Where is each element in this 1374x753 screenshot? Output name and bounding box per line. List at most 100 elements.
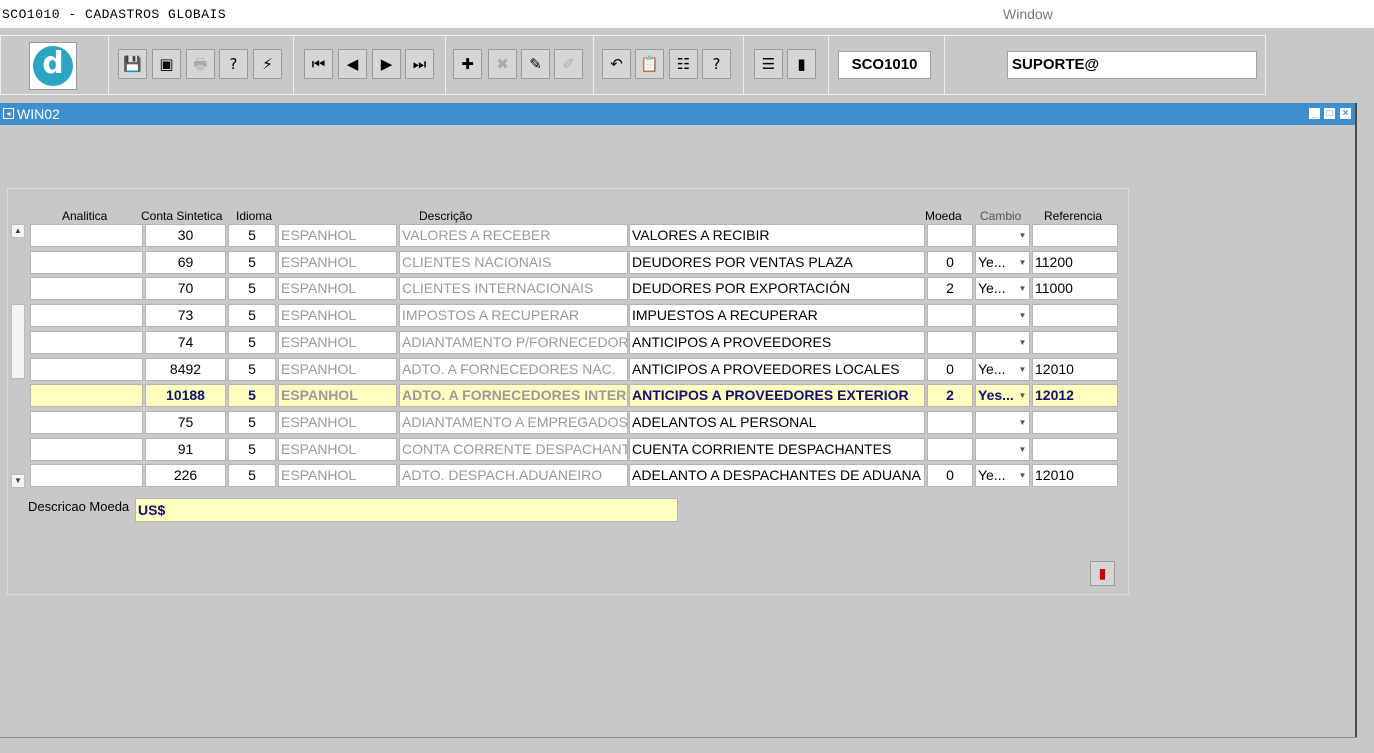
last-record-button[interactable]: ⏭ [405, 49, 434, 79]
undo-button[interactable]: ↶ [602, 49, 631, 79]
exit-button[interactable]: ▮ [1090, 561, 1115, 586]
cell-conta[interactable]: 10188 [145, 384, 226, 408]
window-menu-icon[interactable]: ◂ [3, 108, 14, 119]
cell-ref[interactable]: 11000 [1032, 277, 1118, 301]
cell-desc-es[interactable]: CUENTA CORRIENTE DESPACHANTES [629, 437, 925, 461]
minimize-icon[interactable]: _ [1309, 108, 1320, 119]
cell-cambio[interactable]: Ye... ▼ [975, 464, 1030, 488]
print-button[interactable]: 🖶 [186, 49, 215, 79]
menu-button[interactable]: ☰ [754, 49, 783, 79]
maximize-icon[interactable]: □ [1324, 108, 1335, 119]
dropdown-arrow-icon[interactable]: ▼ [1017, 279, 1028, 298]
dropdown-arrow-icon[interactable]: ▼ [1017, 466, 1028, 485]
cell-idioma[interactable]: 5 [228, 357, 276, 381]
cell-desc-es[interactable]: VALORES A RECIBIR [629, 224, 925, 247]
descricao-moeda-field[interactable]: US$ [135, 498, 678, 522]
cell-desc-pt[interactable]: CLIENTES INTERNACIONAIS [399, 277, 628, 301]
dropdown-arrow-icon[interactable]: ▼ [1017, 306, 1028, 325]
cell-moeda[interactable] [927, 304, 973, 328]
cell-idioma[interactable]: 5 [228, 224, 276, 247]
scroll-up-icon[interactable]: ▲ [11, 224, 25, 238]
cell-moeda[interactable]: 0 [927, 357, 973, 381]
cell-desc-es[interactable]: ANTICIPOS A PROVEEDORES EXTERIOR [629, 384, 925, 408]
cell-moeda[interactable] [927, 437, 973, 461]
cell-ref[interactable] [1032, 304, 1118, 328]
window-button[interactable]: ▣ [152, 49, 181, 79]
clear-button[interactable]: ✐ [554, 49, 583, 79]
help-button[interactable]: ? [702, 49, 731, 79]
cell-analitica[interactable] [30, 464, 143, 488]
cell-cambio[interactable]: Ye... ▼ [975, 250, 1030, 274]
execute-button[interactable]: ⚡ [253, 49, 282, 79]
cell-idioma-desc[interactable]: ESPANHOL [278, 437, 397, 461]
cell-moeda[interactable] [927, 410, 973, 434]
next-record-button[interactable]: ▶ [372, 49, 401, 79]
scroll-down-icon[interactable]: ▼ [11, 474, 25, 488]
cell-moeda[interactable]: 2 [927, 384, 973, 408]
cell-moeda[interactable] [927, 224, 973, 247]
cell-ref[interactable] [1032, 224, 1118, 247]
close-icon[interactable]: × [1340, 108, 1351, 119]
cell-desc-pt[interactable]: VALORES A RECEBER [399, 224, 628, 247]
insert-record-button[interactable]: ✚ [453, 49, 482, 79]
cell-cambio[interactable]: Yes... ▼ [975, 384, 1030, 408]
cell-conta[interactable]: 69 [145, 250, 226, 274]
cell-cambio[interactable]: ▼ [975, 330, 1030, 354]
dropdown-arrow-icon[interactable]: ▼ [1017, 386, 1028, 405]
cell-desc-pt[interactable]: ADIANTAMENTO P/FORNECEDORES [399, 330, 628, 354]
cell-moeda[interactable]: 0 [927, 250, 973, 274]
cell-cambio[interactable]: Ye... ▼ [975, 277, 1030, 301]
query-button[interactable]: ? [219, 49, 248, 79]
cell-desc-es[interactable]: ANTICIPOS A PROVEEDORES LOCALES [629, 357, 925, 381]
cell-moeda[interactable]: 2 [927, 277, 973, 301]
cell-moeda[interactable] [927, 330, 973, 354]
cell-desc-pt[interactable]: ADIANTAMENTO A EMPREGADOS [399, 410, 628, 434]
cell-analitica[interactable] [30, 224, 143, 247]
cell-ref[interactable]: 12010 [1032, 357, 1118, 381]
cell-idioma[interactable]: 5 [228, 304, 276, 328]
cell-idioma[interactable]: 5 [228, 437, 276, 461]
cell-analitica[interactable] [30, 384, 143, 408]
cell-idioma-desc[interactable]: ESPANHOL [278, 330, 397, 354]
cell-desc-es[interactable]: ANTICIPOS A PROVEEDORES [629, 330, 925, 354]
delete-record-button[interactable]: ✖ [488, 49, 517, 79]
cell-cambio[interactable]: ▼ [975, 410, 1030, 434]
cell-conta[interactable]: 226 [145, 464, 226, 488]
menu-window[interactable]: Window [1003, 6, 1053, 22]
cell-desc-es[interactable]: DEUDORES POR EXPORTACIÓN [629, 277, 925, 301]
cell-analitica[interactable] [30, 304, 143, 328]
cell-desc-pt[interactable]: ADTO. DESPACH.ADUANEIRO [399, 464, 628, 488]
previous-record-button[interactable]: ◀ [338, 49, 367, 79]
cell-desc-pt[interactable]: CLIENTES NACIONAIS [399, 250, 628, 274]
cell-desc-es[interactable]: ADELANTO A DESPACHANTES DE ADUANA [629, 464, 925, 488]
cell-analitica[interactable] [30, 277, 143, 301]
cell-cambio[interactable]: ▼ [975, 224, 1030, 247]
cell-conta[interactable]: 75 [145, 410, 226, 434]
cell-idioma[interactable]: 5 [228, 464, 276, 488]
cell-idioma-desc[interactable]: ESPANHOL [278, 304, 397, 328]
cell-idioma[interactable]: 5 [228, 330, 276, 354]
cell-ref[interactable]: 11200 [1032, 250, 1118, 274]
cell-idioma[interactable]: 5 [228, 410, 276, 434]
cell-idioma[interactable]: 5 [228, 384, 276, 408]
cell-conta[interactable]: 30 [145, 224, 226, 247]
first-record-button[interactable]: ⏮ [304, 49, 333, 79]
edit-record-button[interactable]: ✎ [521, 49, 550, 79]
cell-analitica[interactable] [30, 410, 143, 434]
cell-desc-pt[interactable]: ADTO. A FORNECEDORES NAC. [399, 357, 628, 381]
cell-ref[interactable] [1032, 437, 1118, 461]
cell-analitica[interactable] [30, 250, 143, 274]
cell-idioma-desc[interactable]: ESPANHOL [278, 250, 397, 274]
dropdown-arrow-icon[interactable]: ▼ [1017, 226, 1028, 245]
cell-idioma-desc[interactable]: ESPANHOL [278, 224, 397, 247]
cell-ref[interactable] [1032, 410, 1118, 434]
cell-idioma-desc[interactable]: ESPANHOL [278, 464, 397, 488]
cell-desc-pt[interactable]: CONTA CORRENTE DESPACHANTES [399, 437, 628, 461]
cell-desc-pt[interactable]: ADTO. A FORNECEDORES INTERNAC [399, 384, 628, 408]
cell-idioma-desc[interactable]: ESPANHOL [278, 410, 397, 434]
dropdown-arrow-icon[interactable]: ▼ [1017, 253, 1028, 272]
save-button[interactable]: 💾 [118, 49, 147, 79]
cell-analitica[interactable] [30, 330, 143, 354]
dropdown-arrow-icon[interactable]: ▼ [1017, 360, 1028, 379]
list-button[interactable]: ☷ [669, 49, 698, 79]
